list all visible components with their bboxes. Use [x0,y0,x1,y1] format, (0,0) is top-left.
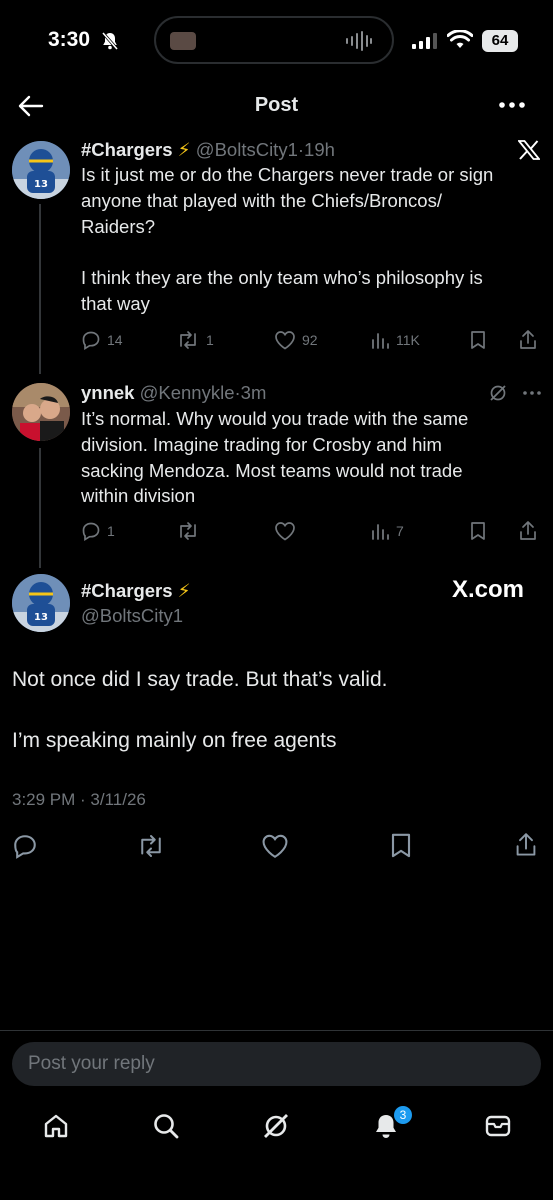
like-button[interactable] [261,833,289,859]
avatar[interactable]: 13 [12,141,70,199]
user-handle: @BoltsCity1 [195,139,298,160]
reply-input[interactable]: Post your reply [12,1042,541,1086]
xcom-watermark: X.com [452,576,525,603]
avatar[interactable]: 13 [12,574,70,632]
views-button[interactable]: 7 [370,521,404,541]
post-text-line: Not once did I say trade. But that’s val… [12,668,388,691]
display-name: #Chargers [81,580,173,601]
bookmark-icon [471,522,485,540]
share-button[interactable] [518,520,538,542]
like-button[interactable] [274,521,296,541]
view-count: 11K [396,332,420,348]
post-time: 19h [304,139,335,160]
wifi-icon [447,30,473,50]
more-options-icon[interactable] [522,390,542,396]
grok-icon[interactable] [262,1112,290,1140]
svg-text:13: 13 [34,179,48,190]
avatar[interactable] [12,383,70,441]
tweet-text-line: anyone that played with the Chiefs/Bronc… [81,189,442,211]
analytics-icon [372,333,389,349]
tweet-text-line: It’s normal. Why would you trade with th… [81,408,469,429]
lightning-bolt-icon: ⚡ [177,139,191,160]
divider [0,1030,553,1031]
grok-icon[interactable] [488,383,508,403]
battery-indicator: 64 [482,30,518,52]
tweet-text-line: within division [81,485,196,507]
tweet-text-line: that way [81,292,150,314]
x-logo-icon [518,140,540,160]
tweet-author-row[interactable]: ynnek @Kennykle·3m [81,382,266,404]
repost-button[interactable]: 1 [176,330,214,350]
bookmark-button[interactable] [469,521,487,541]
heart-icon [275,522,295,541]
view-count: 7 [396,523,404,539]
heart-icon [275,331,295,350]
messages-icon[interactable] [484,1112,512,1140]
bookmark-icon [471,331,485,349]
bookmark-button[interactable] [469,330,487,350]
tweet-text: Is it just me or do the Chargers never t… [81,162,541,317]
home-icon[interactable] [42,1112,70,1140]
views-button[interactable]: 11K [370,330,420,350]
repost-icon [180,522,196,540]
page-title: Post [254,94,299,116]
thread-connector-line [39,448,41,568]
user-handle: @BoltsCity1 [81,605,184,626]
reply-icon [14,835,36,859]
cellular-signal-icon [412,33,438,49]
bookmark-button[interactable] [389,832,413,859]
reply-count: 14 [107,332,123,348]
reply-button[interactable]: 1 [81,521,115,541]
notification-badge: 3 [394,1106,412,1124]
repost-button[interactable] [136,833,166,859]
repost-count: 1 [206,332,214,348]
bookmark-icon [391,833,411,858]
thread-connector-line [39,204,41,374]
post-text-line: I’m speaking mainly on free agents [12,729,337,752]
share-icon [520,330,536,349]
tweet-text: It’s normal. Why would you trade with th… [81,406,541,509]
post-timestamp: 3:29 PM · 3/11/26 [12,790,146,809]
audio-waveform-icon [344,30,374,52]
tweet-text-line: I think they are the only team who’s phi… [81,267,483,289]
bell-slash-icon [100,31,120,51]
more-options-icon[interactable] [498,100,526,110]
repost-icon [180,331,196,349]
repost-button[interactable] [176,521,200,541]
share-icon [520,521,536,540]
status-time: 3:30 [48,28,91,51]
tweet-text-line: Is it just me or do the Chargers never t… [81,164,494,185]
tweet-author-row[interactable]: #Chargers ⚡ [81,580,191,602]
heart-icon [262,834,288,859]
reply-button[interactable]: 14 [81,330,123,350]
reply-icon [82,522,100,541]
lightning-bolt-icon: ⚡ [177,580,191,601]
reply-count: 1 [107,523,115,539]
now-playing-thumbnail [170,32,196,50]
like-count: 92 [302,332,318,348]
dynamic-island[interactable] [154,16,394,64]
tweet-text-spacer [81,239,541,265]
tweet-text-line: sacking Mendoza. Most teams would not tr… [81,459,463,481]
like-button[interactable]: 92 [274,330,318,350]
share-icon [516,833,536,856]
display-name: ynnek [81,382,135,403]
share-button[interactable] [518,329,538,351]
reply-icon [82,331,100,350]
share-button[interactable] [514,831,538,859]
repost-icon [141,835,161,857]
display-name: #Chargers [81,139,173,160]
tweet-text-line: Raiders? [81,215,156,237]
analytics-icon [372,524,389,540]
back-arrow-icon[interactable] [18,94,44,118]
search-icon[interactable] [152,1112,180,1140]
svg-text:13: 13 [34,612,48,623]
reply-button[interactable] [12,833,38,859]
user-handle: @Kennykle [139,382,235,403]
tweet-text-line: division. Imagine trading for Crosby and… [81,433,442,455]
tweet-author-row[interactable]: #Chargers ⚡ @BoltsCity1·19h [81,139,335,161]
post-time: 3m [240,382,267,403]
